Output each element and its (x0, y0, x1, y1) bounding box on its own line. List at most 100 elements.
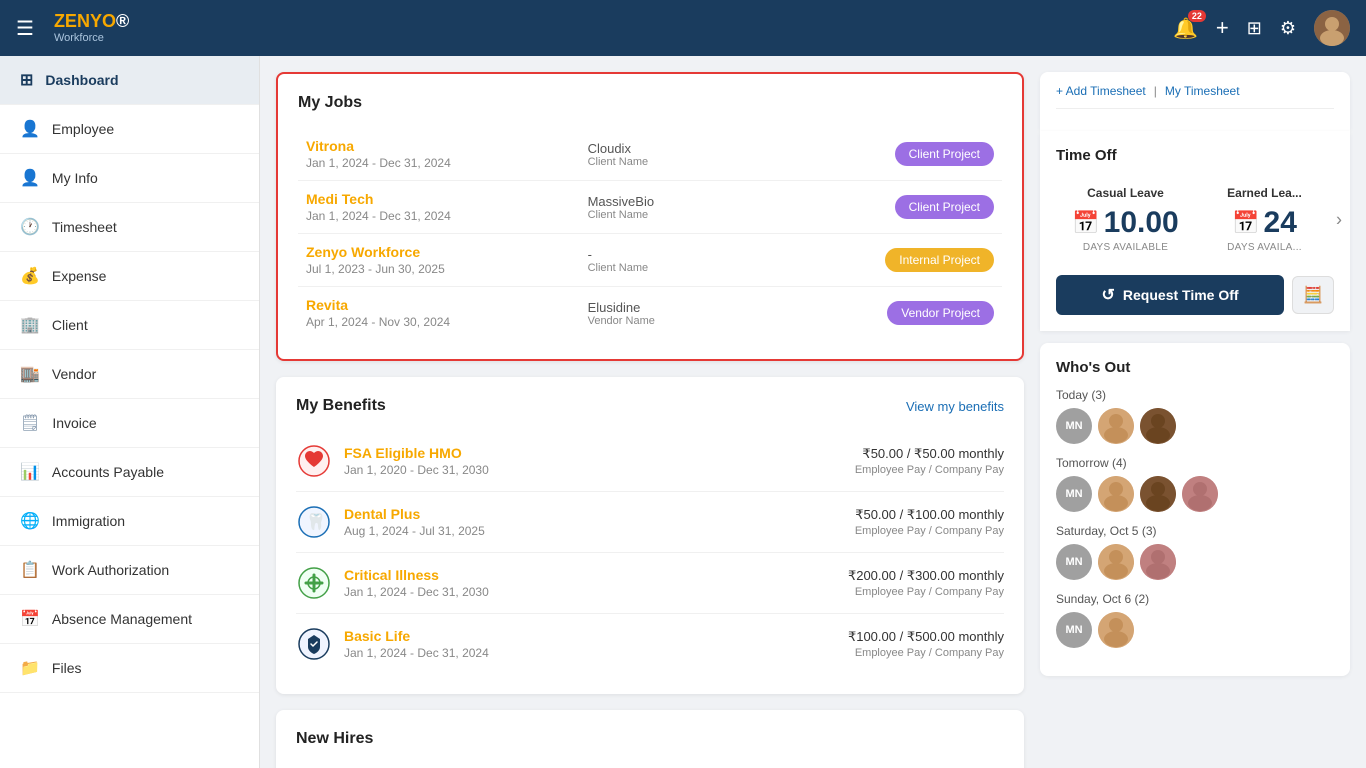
sidebar-item-immigration[interactable]: 🌐 Immigration (0, 497, 259, 546)
benefit-icon (296, 443, 332, 479)
timesheet-links: + Add Timesheet | My Timesheet (1056, 84, 1334, 109)
request-row: ↺ Request Time Off 🧮 (1056, 261, 1334, 315)
benefit-pay-label: Employee Pay / Company Pay (855, 464, 1004, 476)
request-time-off-button[interactable]: ↺ Request Time Off (1056, 275, 1284, 315)
project-badge[interactable]: Client Project (895, 142, 994, 166)
my-timesheet-link[interactable]: My Timesheet (1165, 84, 1240, 98)
out-day-label: Saturday, Oct 5 (3) (1056, 524, 1334, 538)
sidebar-item-label: Dashboard (45, 72, 118, 88)
job-date: Jan 1, 2024 - Dec 31, 2024 (306, 156, 572, 170)
top-navigation: ☰ ZENYO® Workforce 🔔 22 + ⊞ ⚙ (0, 0, 1366, 56)
calculator-button[interactable]: 🧮 (1292, 276, 1334, 314)
out-avatars: MN (1056, 408, 1334, 444)
client-name-label: Vendor Name (588, 315, 818, 327)
refresh-icon: ↺ (1102, 285, 1115, 305)
invoice-icon: 🗒 (20, 413, 40, 433)
sidebar-item-label: Expense (52, 268, 106, 284)
benefit-pay: ₹50.00 / ₹50.00 monthly Employee Pay / C… (855, 446, 1004, 476)
casual-leave-title: Casual Leave (1064, 186, 1187, 200)
avatar (1140, 408, 1176, 444)
sidebar-item-dashboard[interactable]: ⊞ Dashboard (0, 56, 259, 105)
view-benefits-link[interactable]: View my benefits (906, 399, 1004, 414)
sidebar-item-employee[interactable]: 👤 Employee (0, 105, 259, 154)
expense-icon: 💰 (20, 266, 40, 286)
my-jobs-card: My Jobs Vitrona Jan 1, 2024 - Dec 31, 20… (276, 72, 1024, 361)
out-avatars: MN (1056, 612, 1334, 648)
sidebar-item-vendor[interactable]: 🏬 Vendor (0, 350, 259, 399)
benefit-name: Dental Plus (344, 506, 843, 522)
sidebar-item-files[interactable]: 📁 Files (0, 644, 259, 693)
table-row: Revita Apr 1, 2024 - Nov 30, 2024 Elusid… (298, 287, 1002, 340)
project-badge[interactable]: Vendor Project (887, 301, 994, 325)
earned-leave-card: Earned Lea... 📅 24 Days Availa... (1195, 178, 1334, 261)
sidebar-item-label: Accounts Payable (52, 464, 164, 480)
benefit-row: 🦷 Dental Plus Aug 1, 2024 - Jul 31, 2025… (296, 492, 1004, 553)
client-name-label: Client Name (588, 209, 818, 221)
sidebar-item-timesheet[interactable]: 🕐 Timesheet (0, 203, 259, 252)
jobs-table: Vitrona Jan 1, 2024 - Dec 31, 2024 Cloud… (298, 128, 1002, 339)
avatar (1098, 612, 1134, 648)
sidebar-item-label: Employee (52, 121, 114, 137)
earned-leave-sub: Days Availa... (1203, 242, 1326, 253)
benefit-row: Critical Illness Jan 1, 2024 - Dec 31, 2… (296, 553, 1004, 614)
benefit-pay-label: Employee Pay / Company Pay (848, 647, 1004, 659)
right-panel: + Add Timesheet | My Timesheet Time Off … (1040, 72, 1350, 752)
benefit-info: FSA Eligible HMO Jan 1, 2020 - Dec 31, 2… (344, 445, 843, 477)
table-row: Medi Tech Jan 1, 2024 - Dec 31, 2024 Mas… (298, 181, 1002, 234)
avatar: MN (1056, 612, 1092, 648)
apps-grid-button[interactable]: ⊞ (1247, 18, 1262, 39)
earned-leave-days: 24 (1264, 206, 1297, 240)
calendar-icon-2: 📅 (1232, 210, 1259, 236)
chevron-right-icon[interactable]: › (1336, 209, 1342, 230)
sidebar-item-accounts-payable[interactable]: 📊 Accounts Payable (0, 448, 259, 497)
benefit-date: Jan 1, 2020 - Dec 31, 2030 (344, 463, 843, 477)
add-timesheet-link[interactable]: + Add Timesheet (1056, 84, 1146, 98)
svg-text:🦷: 🦷 (306, 512, 326, 531)
benefit-icon (296, 565, 332, 601)
notification-badge: 22 (1188, 10, 1206, 22)
settings-button[interactable]: ⚙ (1280, 18, 1296, 39)
content-area: My Jobs Vitrona Jan 1, 2024 - Dec 31, 20… (260, 56, 1366, 768)
project-badge[interactable]: Internal Project (885, 248, 994, 272)
benefit-info: Dental Plus Aug 1, 2024 - Jul 31, 2025 (344, 506, 843, 538)
project-badge[interactable]: Client Project (895, 195, 994, 219)
sidebar-item-invoice[interactable]: 🗒 Invoice (0, 399, 259, 448)
my-jobs-title: My Jobs (298, 94, 1002, 112)
add-button[interactable]: + (1216, 15, 1229, 41)
benefit-date: Jan 1, 2024 - Dec 31, 2030 (344, 585, 836, 599)
user-avatar[interactable] (1314, 10, 1350, 46)
out-day-label: Today (3) (1056, 388, 1334, 402)
sidebar-item-myinfo[interactable]: 👤 My Info (0, 154, 259, 203)
new-hires-card: New Hires (276, 710, 1024, 768)
sidebar-item-work-authorization[interactable]: 📋 Work Authorization (0, 546, 259, 595)
job-date: Jul 1, 2023 - Jun 30, 2025 (306, 262, 572, 276)
sidebar-item-absence-management[interactable]: 📅 Absence Management (0, 595, 259, 644)
table-row: Vitrona Jan 1, 2024 - Dec 31, 2024 Cloud… (298, 128, 1002, 181)
job-date: Apr 1, 2024 - Nov 30, 2024 (306, 315, 572, 329)
out-avatars: MN (1056, 544, 1334, 580)
benefit-amount: ₹200.00 / ₹300.00 monthly (848, 568, 1004, 584)
benefit-amount: ₹50.00 / ₹100.00 monthly (855, 507, 1004, 523)
benefit-name: FSA Eligible HMO (344, 445, 843, 461)
benefit-info: Critical Illness Jan 1, 2024 - Dec 31, 2… (344, 567, 836, 599)
benefits-title: My Benefits (296, 397, 386, 415)
time-off-section: Time Off Casual Leave 📅 10.00 Days Avail… (1040, 131, 1350, 331)
logo-text: ZENYO® (54, 12, 129, 32)
benefit-amount: ₹50.00 / ₹50.00 monthly (855, 446, 1004, 462)
time-off-cards: Casual Leave 📅 10.00 Days Available › Ea… (1056, 178, 1334, 261)
avatar (1182, 476, 1218, 512)
out-group-tomorrow: Tomorrow (4) MN (1056, 456, 1334, 512)
my-benefits-card: My Benefits View my benefits FSA Eligibl… (276, 377, 1024, 694)
hamburger-menu[interactable]: ☰ (16, 16, 34, 41)
benefit-icon (296, 626, 332, 662)
sidebar-item-expense[interactable]: 💰 Expense (0, 252, 259, 301)
app-logo: ZENYO® Workforce (54, 12, 129, 44)
benefit-date: Aug 1, 2024 - Jul 31, 2025 (344, 524, 843, 538)
benefit-row: FSA Eligible HMO Jan 1, 2020 - Dec 31, 2… (296, 431, 1004, 492)
time-off-title: Time Off (1056, 147, 1334, 164)
notification-button[interactable]: 🔔 22 (1173, 16, 1198, 41)
benefit-pay: ₹200.00 / ₹300.00 monthly Employee Pay /… (848, 568, 1004, 598)
timesheet-icon: 🕐 (20, 217, 40, 237)
sidebar-item-client[interactable]: 🏢 Client (0, 301, 259, 350)
myinfo-icon: 👤 (20, 168, 40, 188)
